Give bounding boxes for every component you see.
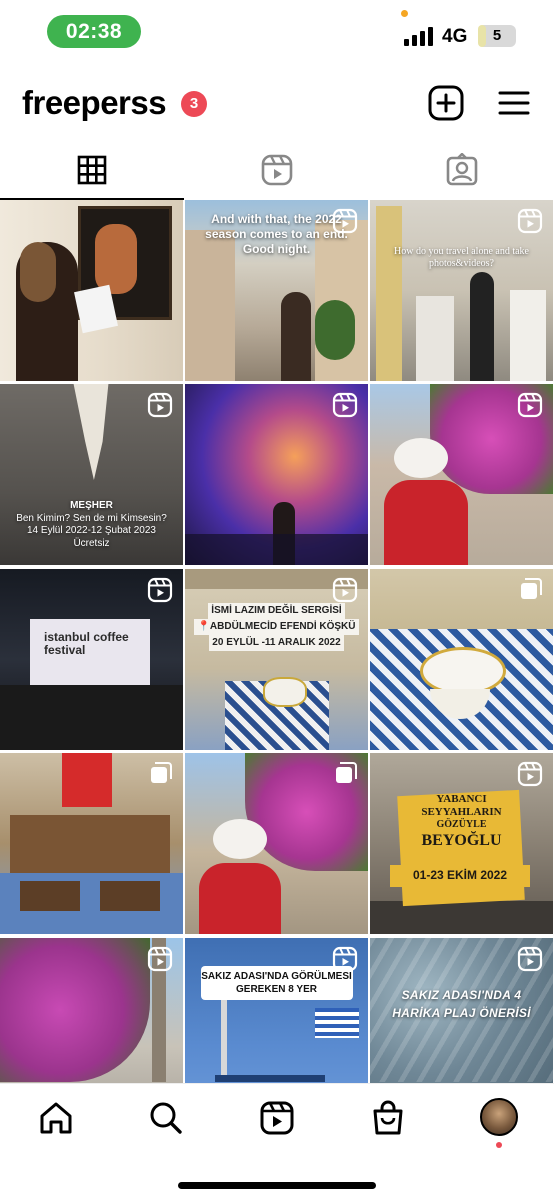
post-tile[interactable]: İSMİ LAZIM DEĞİL SERGİSİ 📍ABDÜLMECİD EFE… bbox=[185, 569, 368, 750]
caption-line: Ben Kimim? Sen de mi Kimsesin? bbox=[16, 512, 167, 524]
reel-badge-icon bbox=[517, 946, 543, 972]
grid-icon bbox=[77, 155, 107, 185]
tab-reels[interactable] bbox=[185, 140, 369, 200]
reel-badge-icon bbox=[517, 392, 543, 418]
caption-line: SAKIZ ADASI'NDA 4 bbox=[401, 988, 522, 1002]
post-tile[interactable]: YABANCI SEYYAHLARIN GÖZÜYLE BEYOĞLU 01-2… bbox=[370, 753, 553, 934]
tab-tagged[interactable] bbox=[370, 140, 554, 200]
caption-line: HARİKA PLAJ ÖNERİSİ bbox=[392, 1006, 531, 1020]
notification-dot bbox=[496, 1142, 502, 1148]
post-caption: MEŞHER Ben Kimim? Sen de mi Kimsesin? 14… bbox=[0, 500, 183, 550]
post-tile[interactable]: MEŞHER Ben Kimim? Sen de mi Kimsesin? 14… bbox=[0, 384, 183, 565]
caption-line: MEŞHER bbox=[70, 500, 113, 511]
caption-line: 📍ABDÜLMECİD EFENDİ KÖŞKÜ bbox=[194, 619, 359, 635]
post-caption: SAKIZ ADASI'NDA 4 HARİKA PLAJ ÖNERİSİ bbox=[370, 986, 553, 1022]
caption-line: GEREKEN 8 YER bbox=[236, 984, 317, 995]
tagged-icon bbox=[446, 153, 478, 186]
menu-icon[interactable] bbox=[494, 83, 534, 123]
post-caption-dates: 01-23 EKİM 2022 bbox=[412, 868, 508, 882]
reel-badge-icon bbox=[147, 946, 173, 972]
search-icon[interactable] bbox=[146, 1098, 186, 1138]
reels-icon bbox=[261, 154, 293, 186]
reel-badge-icon bbox=[147, 577, 173, 603]
multi-photo-badge-icon bbox=[149, 761, 173, 785]
cell-signal-icon bbox=[404, 26, 436, 46]
caption-line: GÖZÜYLE bbox=[436, 819, 487, 830]
post-caption: İSMİ LAZIM DEĞİL SERGİSİ 📍ABDÜLMECİD EFE… bbox=[185, 603, 368, 651]
caption-line: YABANCI bbox=[436, 793, 487, 805]
profile-header: freeperss 3 bbox=[0, 72, 554, 134]
reel-badge-icon bbox=[517, 208, 543, 234]
post-tile[interactable] bbox=[185, 384, 368, 565]
battery-icon: 5 bbox=[478, 25, 516, 47]
reel-badge-icon bbox=[517, 761, 543, 787]
profile-avatar[interactable] bbox=[480, 1098, 518, 1136]
battery-fill bbox=[478, 25, 486, 47]
caption-line: SEYYAHLARIN bbox=[421, 806, 502, 818]
post-caption: istanbul coffee festival bbox=[44, 630, 129, 657]
notification-badge[interactable]: 3 bbox=[181, 91, 207, 117]
reel-badge-icon bbox=[332, 392, 358, 418]
caption-line: Ücretsiz bbox=[73, 537, 110, 549]
post-tile[interactable]: How do you travel alone and take photos&… bbox=[370, 200, 553, 381]
post-tile[interactable] bbox=[185, 753, 368, 934]
bottom-navigation bbox=[0, 1083, 554, 1201]
reel-badge-icon bbox=[332, 208, 358, 234]
tab-grid[interactable] bbox=[0, 140, 184, 200]
multi-photo-badge-icon bbox=[519, 577, 543, 601]
caption-line: BEYOĞLU bbox=[421, 832, 502, 849]
profile-username[interactable]: freeperss bbox=[22, 84, 167, 122]
post-tile[interactable] bbox=[370, 569, 553, 750]
caption-line: 20 EYLÜL -11 ARALIK 2022 bbox=[209, 635, 344, 651]
battery-level: 5 bbox=[492, 27, 502, 44]
caption-line: İSMİ LAZIM DEĞİL SERGİSİ bbox=[208, 603, 345, 619]
reels-icon[interactable] bbox=[257, 1098, 297, 1138]
post-caption: How do you travel alone and take photos&… bbox=[394, 246, 529, 269]
network-type: 4G bbox=[442, 26, 468, 47]
profile-tabs bbox=[0, 140, 554, 200]
post-caption: YABANCI SEYYAHLARIN GÖZÜYLE BEYOĞLU bbox=[400, 793, 523, 851]
multi-photo-badge-icon bbox=[334, 761, 358, 785]
reel-badge-icon bbox=[147, 392, 173, 418]
privacy-indicator-dot bbox=[401, 10, 408, 17]
status-bar: 02:38 4G 5 bbox=[0, 0, 554, 60]
post-tile[interactable]: And with that, the 2022 season comes to … bbox=[185, 200, 368, 381]
shop-bag-icon[interactable] bbox=[368, 1098, 408, 1138]
home-indicator bbox=[178, 1182, 376, 1189]
status-time[interactable]: 02:38 bbox=[47, 15, 141, 48]
new-post-icon[interactable] bbox=[426, 83, 466, 123]
post-tile[interactable] bbox=[0, 753, 183, 934]
posts-grid: And with that, the 2022 season comes to … bbox=[0, 200, 554, 1119]
caption-line: 14 Eylül 2022-12 Şubat 2023 bbox=[27, 525, 156, 536]
reel-badge-icon bbox=[332, 946, 358, 972]
post-tile[interactable] bbox=[0, 200, 183, 381]
post-tile[interactable] bbox=[370, 384, 553, 565]
reel-badge-icon bbox=[332, 577, 358, 603]
post-tile[interactable]: istanbul coffee festival bbox=[0, 569, 183, 750]
home-icon[interactable] bbox=[36, 1098, 76, 1138]
post-caption: SAKIZ ADASI'NDA GÖRÜLMESI GEREKEN 8 YER bbox=[185, 970, 368, 996]
